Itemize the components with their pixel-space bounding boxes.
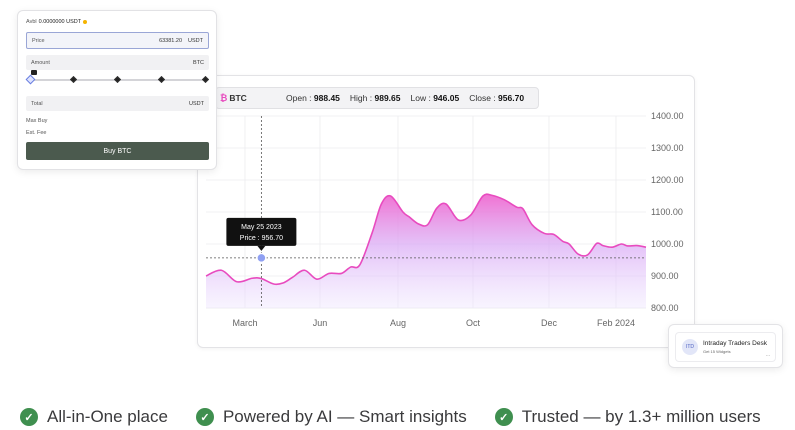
y-tick-label: 1200.00 <box>651 175 684 185</box>
check-icon: ✓ <box>20 408 38 426</box>
amount-slider[interactable] <box>25 74 210 85</box>
x-tick-label: Feb 2024 <box>597 318 635 328</box>
feature-item: ✓ All-in-One place <box>20 407 168 427</box>
more-icon[interactable]: ... <box>766 352 770 358</box>
tooltip: May 25 2023 Price : 956.70 <box>226 217 297 251</box>
y-tick-label: 1300.00 <box>651 143 684 153</box>
widget-title: Intraday Traders Desk <box>703 340 767 347</box>
amount-input[interactable]: Amount BTC <box>26 55 209 70</box>
slider-stop-25[interactable] <box>69 75 78 84</box>
y-tick-label: 800.00 <box>651 303 679 313</box>
x-tick-label: Jun <box>313 318 328 328</box>
x-tick-label: Oct <box>466 318 481 328</box>
price-input[interactable]: Price 63381.20 USDT <box>26 32 209 49</box>
close-value: Close : 956.70 <box>469 93 525 103</box>
open-value: Open : 988.45 <box>286 93 340 103</box>
price-area <box>206 194 646 308</box>
high-value: High : 989.65 <box>349 93 401 103</box>
slider-stop-75[interactable] <box>157 75 166 84</box>
tooltip-date: May 25 2023 <box>241 224 282 231</box>
y-tick-label: 900.00 <box>651 271 679 281</box>
check-icon: ✓ <box>195 408 214 426</box>
feature-item: ✓ Powered by AI — Smart insights <box>195 407 467 427</box>
est-fee-label: Est. Fee <box>26 130 47 136</box>
x-tick-label: March <box>232 318 257 328</box>
widget-card[interactable]: ITD Intraday Traders Desk Get 15 Widgets… <box>668 324 783 368</box>
slider-stop-100[interactable] <box>201 75 210 84</box>
max-buy-label: Max Buy <box>26 118 48 124</box>
slider-handle[interactable] <box>25 74 36 85</box>
order-panel: Avbl 0.0000000 USDT Price 63381.20 USDT A… <box>17 10 217 170</box>
slider-tooltip <box>31 70 37 75</box>
low-value: Low : 946.05 <box>410 93 460 103</box>
x-tick-label: Aug <box>390 318 406 328</box>
buy-button[interactable]: Buy BTC <box>26 142 209 160</box>
widget-avatar: ITD <box>682 339 698 355</box>
check-icon: ✓ <box>494 408 513 426</box>
y-tick-label: 1400.00 <box>651 111 684 121</box>
y-tick-label: 1100.00 <box>651 207 683 217</box>
available-balance: Avbl 0.0000000 USDT <box>26 19 88 25</box>
symbol-label[interactable]: ₿ BTC <box>216 93 286 103</box>
widget-subtitle: Get 15 Widgets <box>703 349 731 354</box>
feature-item: ✓ Trusted — by 1.3+ million users <box>494 407 761 427</box>
features-row: ✓ All-in-One place ✓ Powered by AI — Sma… <box>20 407 761 427</box>
tooltip-price: Price : 956.70 <box>240 235 283 242</box>
total-input[interactable]: Total USDT <box>26 96 209 111</box>
y-tick-label: 1000.00 <box>651 239 684 249</box>
widget-inner: ITD Intraday Traders Desk Get 15 Widgets… <box>675 332 776 362</box>
coin-icon <box>83 20 88 24</box>
x-tick-label: Dec <box>541 318 558 328</box>
ohlc-bar: ₿ BTC Open : 988.45 High : 989.65 Low : … <box>215 87 539 109</box>
slider-stop-50[interactable] <box>113 75 122 84</box>
crosshair-point[interactable] <box>256 252 267 264</box>
bitcoin-icon: ₿ <box>220 93 228 103</box>
